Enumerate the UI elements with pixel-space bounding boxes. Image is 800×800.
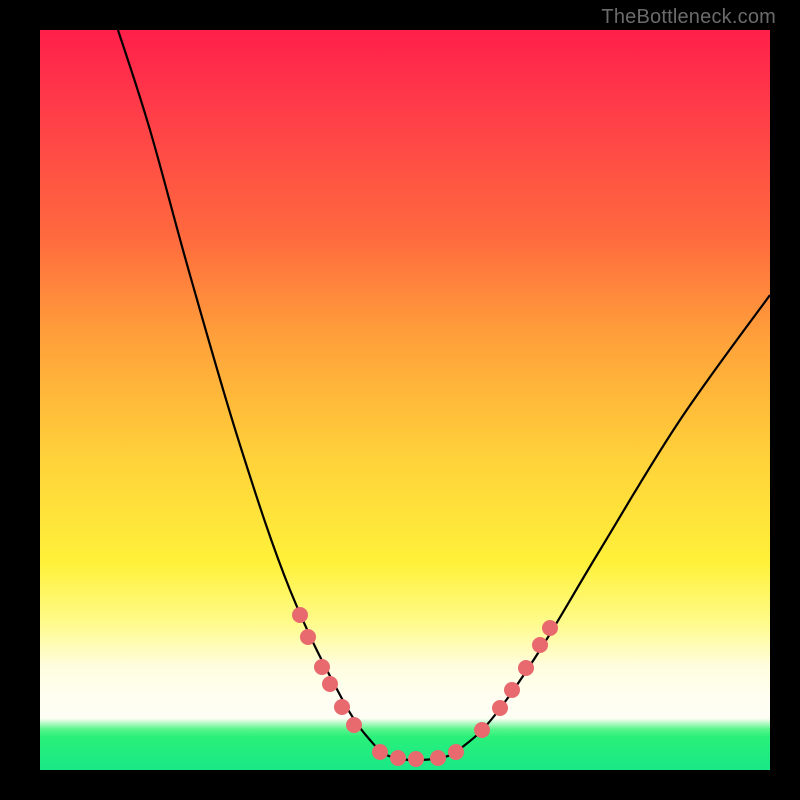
curve-marker <box>474 722 490 738</box>
plot-area <box>40 30 770 770</box>
curve-marker <box>322 676 338 692</box>
curve-marker <box>292 607 308 623</box>
chart-svg <box>40 30 770 770</box>
curve-marker <box>390 750 406 766</box>
curve-marker <box>448 744 464 760</box>
curve-marker <box>492 700 508 716</box>
curve-marker <box>300 629 316 645</box>
curve-marker <box>314 659 330 675</box>
curve-marker <box>518 660 534 676</box>
watermark-text: TheBottleneck.com <box>601 6 776 29</box>
curve-marker <box>408 751 424 767</box>
curve-marker <box>542 620 558 636</box>
marker-group <box>292 607 558 767</box>
curve-marker <box>504 682 520 698</box>
curve-marker <box>372 744 388 760</box>
curve-marker <box>334 699 350 715</box>
curve-marker <box>430 750 446 766</box>
curve-marker <box>532 637 548 653</box>
bottleneck-curve <box>118 30 770 760</box>
chart-frame: TheBottleneck.com <box>0 0 800 800</box>
curve-marker <box>346 717 362 733</box>
